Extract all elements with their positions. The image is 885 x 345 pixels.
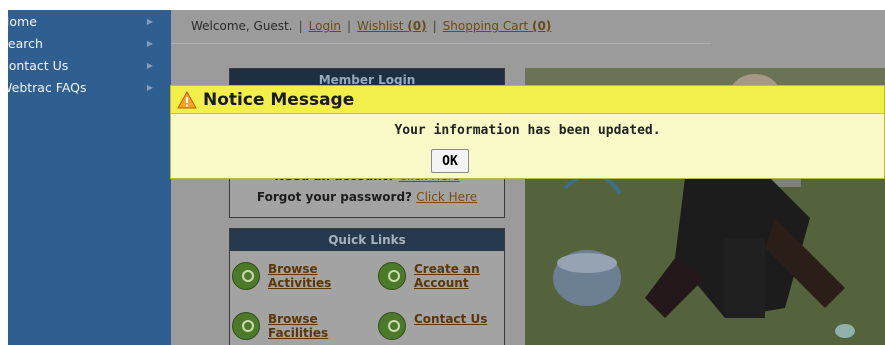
notice-dialog: Notice Message Your information has been… [170, 85, 885, 179]
contact-icon [378, 312, 406, 340]
chevron-right-icon: ▶ [146, 60, 153, 70]
sidebar-item-label: Home [8, 13, 37, 29]
sidebar-item-label: Search [8, 35, 43, 51]
wishlist-link[interactable]: Wishlist (0) [357, 19, 427, 33]
chevron-right-icon: ▶ [146, 38, 153, 48]
forgot-password-link[interactable]: Click Here [416, 190, 477, 204]
sidebar-item-label: Webtrac FAQs [8, 79, 87, 95]
forgot-password-text: Forgot your password? [256, 190, 413, 204]
divider: | [432, 19, 437, 33]
quick-link-browse-facilities[interactable]: Browse Facilities [232, 312, 350, 340]
wishlist-count: (0) [407, 19, 427, 33]
quick-link-browse-activities[interactable]: Browse Activities [232, 262, 350, 290]
quick-link-create-account[interactable]: Create an Account [378, 262, 496, 290]
chevron-right-icon: ▶ [146, 16, 153, 26]
shopping-cart-link[interactable]: Shopping Cart (0) [443, 19, 552, 33]
sidebar-item-contact-us[interactable]: Contact Us ▶ [8, 54, 171, 76]
sidebar-item-webtrac-faqs[interactable]: Webtrac FAQs ▶ [8, 76, 171, 98]
search-icon [232, 262, 260, 290]
cart-label: Shopping Cart [442, 19, 529, 33]
divider: | [347, 19, 352, 33]
forgot-password-line: Forgot your password? Click Here [230, 190, 504, 204]
sidebar-item-label: Contact Us [8, 57, 69, 73]
quick-links-title: Quick Links [230, 229, 504, 251]
divider: | [298, 19, 303, 33]
warning-icon [177, 90, 197, 108]
quick-link-label: Contact Us [414, 312, 488, 326]
search-icon [232, 312, 260, 340]
login-link[interactable]: Login [309, 19, 341, 33]
quick-link-label: Create an Account [414, 262, 480, 290]
quick-link-label: Browse Activities [268, 262, 332, 290]
cart-count: (0) [532, 19, 552, 33]
quick-link-label: Browse Facilities [268, 312, 329, 340]
notice-header: Notice Message [171, 86, 884, 114]
chevron-right-icon: ▶ [146, 82, 153, 92]
wishlist-label: Wishlist [357, 19, 404, 33]
welcome-text: Welcome, Guest. [191, 19, 293, 33]
divider [171, 43, 711, 44]
notice-message: Your information has been updated. [394, 123, 661, 138]
sidebar-nav: Home ▶ Search ▶ Contact Us ▶ Webtrac FAQ… [8, 10, 171, 345]
notice-title: Notice Message [203, 89, 355, 110]
header-bar: Welcome, Guest. | Login | Wishlist (0) | Shopp… [191, 19, 551, 33]
user-add-icon [378, 262, 406, 290]
quick-links-box: Quick Links Browse Activities Create an … [229, 228, 505, 345]
ok-button[interactable]: OK [431, 149, 469, 173]
quick-link-contact-us[interactable]: Contact Us [378, 312, 496, 340]
sidebar-item-home[interactable]: Home ▶ [8, 10, 171, 32]
sidebar-item-search[interactable]: Search ▶ [8, 32, 171, 54]
